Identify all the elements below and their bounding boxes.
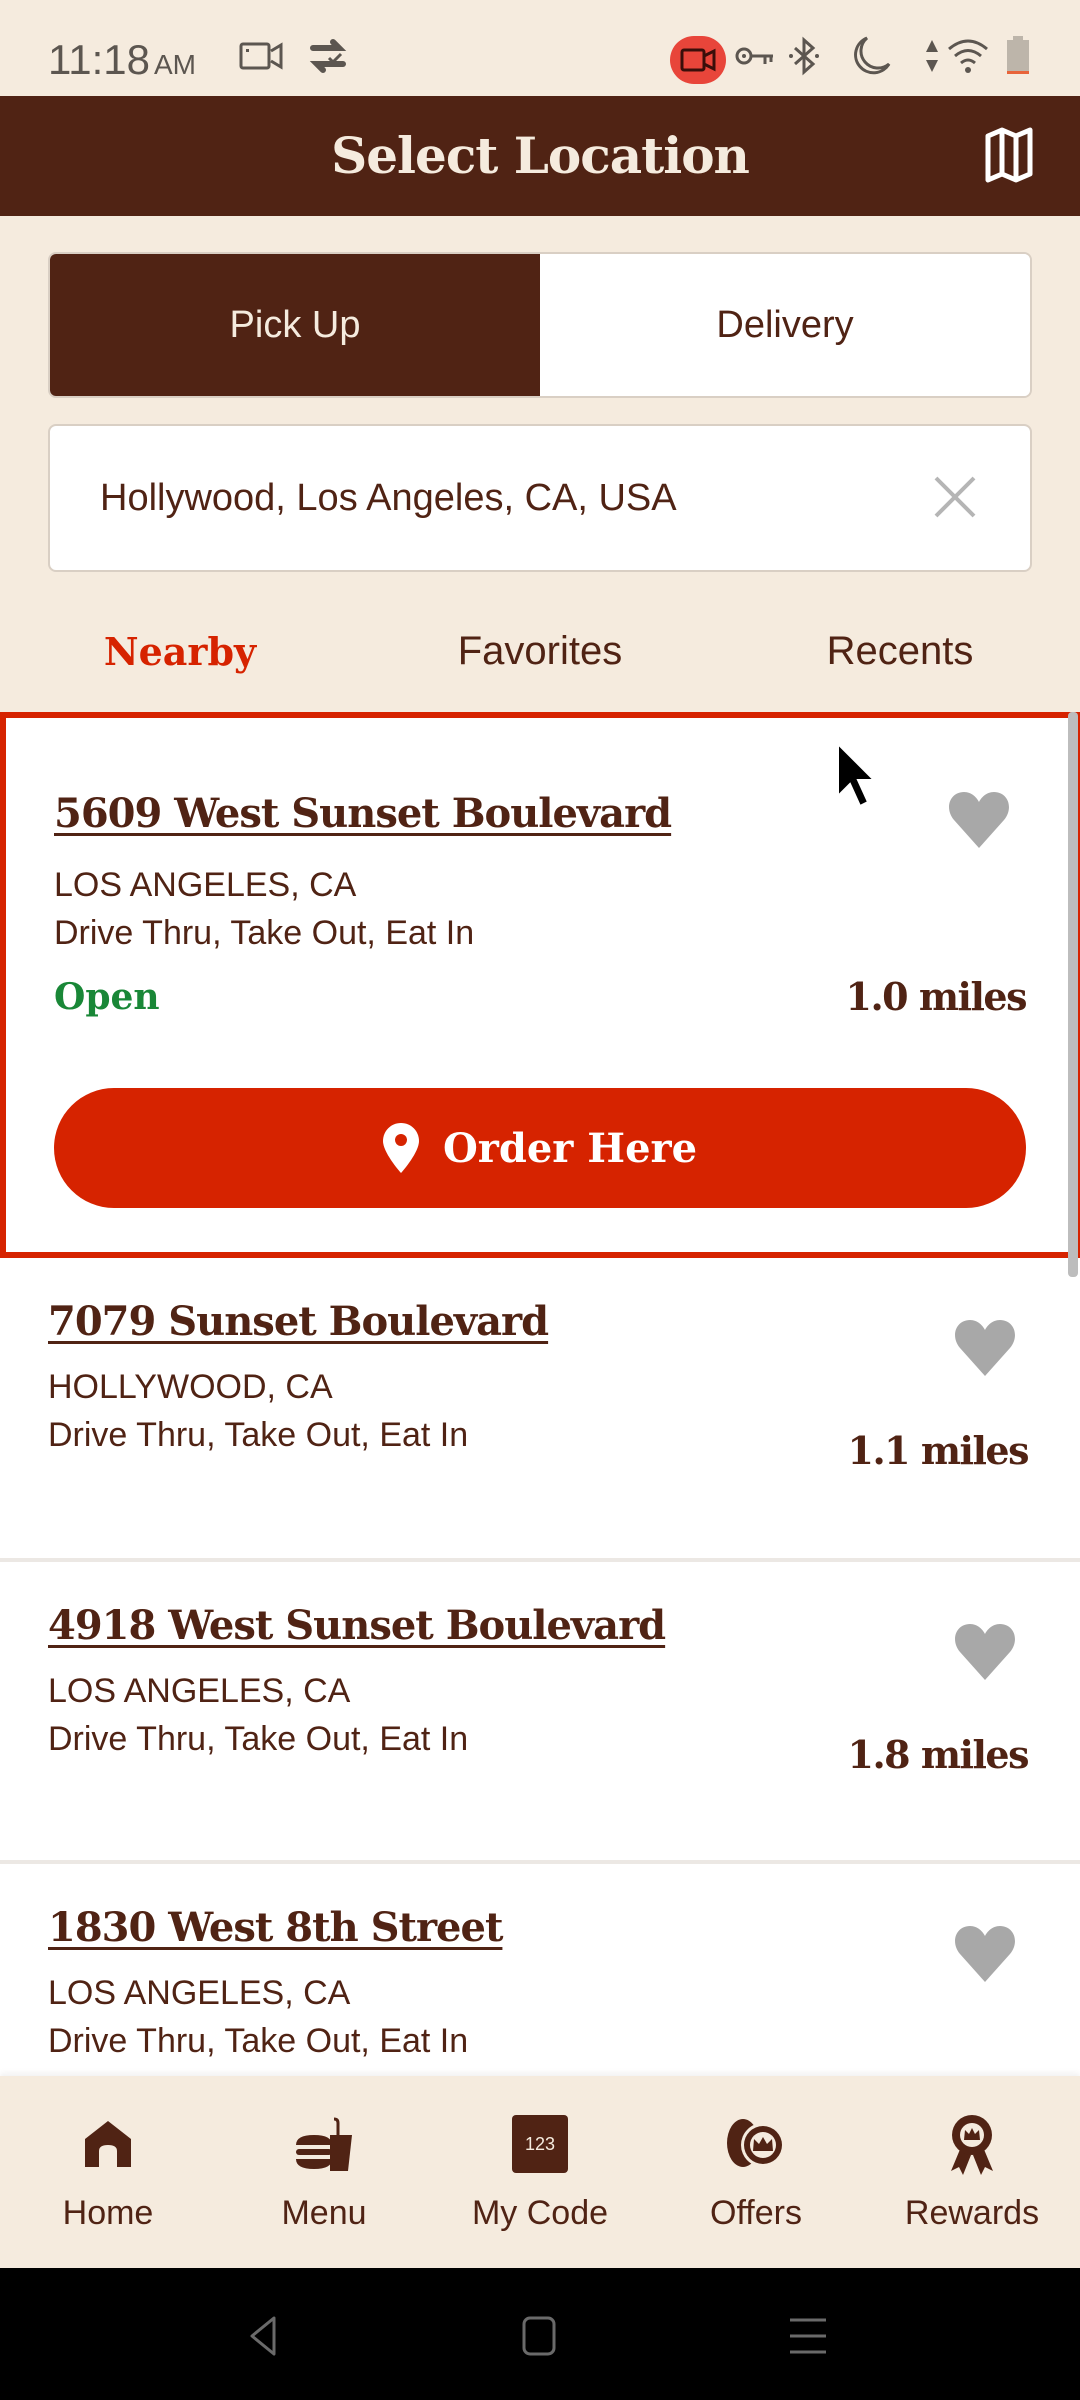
- mouse-cursor-icon: [834, 741, 880, 812]
- order-here-button[interactable]: Order Here: [54, 1088, 1026, 1208]
- location-distance: 1.1 miles: [847, 1428, 1030, 1473]
- tab-nearby[interactable]: Nearby: [0, 590, 360, 712]
- do-not-disturb-moon-icon: [848, 36, 894, 76]
- heart-icon: [955, 1926, 1015, 1982]
- location-services: Drive Thru, Take Out, Eat In: [48, 1416, 469, 1454]
- clock-time: 11:18: [48, 36, 150, 83]
- code-icon-text: 123: [512, 2115, 568, 2173]
- home-icon: [76, 2112, 140, 2176]
- favorite-button[interactable]: [952, 1622, 1018, 1682]
- location-services: Drive Thru, Take Out, Eat In: [48, 1720, 469, 1758]
- tab-recents[interactable]: Recents: [720, 590, 1080, 712]
- page-title: Select Location: [331, 126, 750, 185]
- heart-icon: [955, 1624, 1015, 1680]
- favorite-button[interactable]: [952, 1924, 1018, 1984]
- back-icon: [250, 2316, 276, 2356]
- nav-menu[interactable]: Menu: [216, 2076, 432, 2268]
- order-mode-toggle: Pick Up Delivery: [48, 252, 1032, 398]
- screen-record-icon: [238, 36, 284, 76]
- recents-button[interactable]: [788, 2314, 832, 2358]
- data-arrows-icon: [922, 36, 942, 76]
- location-card[interactable]: 4918 West Sunset Boulevard LOS ANGELES, …: [0, 1562, 1080, 1860]
- map-icon: [985, 127, 1033, 183]
- nav-label: My Code: [471, 2194, 609, 2232]
- nav-offers[interactable]: Offers: [648, 2076, 864, 2268]
- wifi-icon: [946, 36, 990, 76]
- bluetooth-icon: [786, 36, 822, 76]
- vpn-key-icon: [734, 36, 776, 76]
- close-icon: [934, 476, 976, 518]
- location-search-input[interactable]: Hollywood, Los Angeles, CA, USA: [48, 424, 1032, 572]
- system-navigation-bar: [0, 2268, 1080, 2400]
- location-services: Drive Thru, Take Out, Eat In: [54, 914, 475, 952]
- bottom-navigation: Home Menu 123 My Code Offers Rewards: [0, 2076, 1080, 2268]
- recording-indicator-icon: [670, 36, 726, 84]
- pick-up-tab[interactable]: Pick Up: [50, 254, 540, 396]
- order-here-label: Order Here: [442, 1124, 698, 1172]
- clock-ampm: AM: [154, 49, 196, 80]
- nav-label: Home: [62, 2194, 154, 2232]
- nav-label: Rewards: [904, 2194, 1040, 2232]
- location-distance: 1.8 miles: [847, 1732, 1030, 1777]
- sync-icon: [306, 36, 350, 76]
- nav-my-code[interactable]: 123 My Code: [432, 2076, 648, 2268]
- status-time: 11:18 AM: [48, 36, 196, 84]
- home-system-button[interactable]: [522, 2314, 566, 2358]
- location-distance: 1.0 miles: [845, 974, 1028, 1019]
- location-city: LOS ANGELES, CA: [54, 866, 357, 904]
- clear-search-button[interactable]: [930, 472, 980, 522]
- nav-home[interactable]: Home: [0, 2076, 216, 2268]
- location-card[interactable]: 7079 Sunset Boulevard HOLLYWOOD, CA Driv…: [0, 1258, 1080, 1560]
- rewards-ribbon-icon: [940, 2112, 1004, 2176]
- delivery-tab[interactable]: Delivery: [540, 254, 1030, 396]
- status-bar: 11:18 AM: [0, 0, 1080, 96]
- burger-drink-icon: [292, 2112, 356, 2176]
- location-city: LOS ANGELES, CA: [48, 1974, 351, 2012]
- location-address-link[interactable]: 5609 West Sunset Boulevard: [54, 790, 672, 837]
- location-card[interactable]: 5609 West Sunset Boulevard LOS ANGELES, …: [0, 712, 1080, 1258]
- location-list: 5609 West Sunset Boulevard LOS ANGELES, …: [0, 712, 1080, 2076]
- location-address-link[interactable]: 7079 Sunset Boulevard: [48, 1298, 549, 1345]
- heart-icon: [955, 1320, 1015, 1376]
- list-scrollbar[interactable]: [1068, 712, 1078, 1277]
- battery-low-icon: [1006, 36, 1030, 76]
- favorite-button[interactable]: [952, 1318, 1018, 1378]
- search-input-value[interactable]: Hollywood, Los Angeles, CA, USA: [100, 426, 677, 570]
- location-card[interactable]: 1830 West 8th Street LOS ANGELES, CA Dri…: [0, 1864, 1080, 2076]
- app-header: Select Location: [0, 96, 1080, 216]
- favorite-button[interactable]: [946, 790, 1012, 850]
- heart-icon: [949, 792, 1009, 848]
- location-tabs: Nearby Favorites Recents: [0, 590, 1080, 712]
- location-city: LOS ANGELES, CA: [48, 1672, 351, 1710]
- nav-rewards[interactable]: Rewards: [864, 2076, 1080, 2268]
- location-address-link[interactable]: 4918 West Sunset Boulevard: [48, 1602, 666, 1649]
- open-status: Open: [54, 976, 160, 1018]
- home-square-icon: [522, 2316, 556, 2356]
- offers-coins-crown-icon: [724, 2112, 788, 2176]
- nav-label: Menu: [281, 2194, 367, 2232]
- recents-lines-icon: [790, 2318, 826, 2354]
- location-services: Drive Thru, Take Out, Eat In: [48, 2022, 469, 2060]
- tab-favorites[interactable]: Favorites: [360, 590, 720, 712]
- nav-label: Offers: [710, 2194, 802, 2232]
- location-pin-icon: [382, 1123, 419, 1173]
- map-view-button[interactable]: [982, 126, 1042, 186]
- location-address-link[interactable]: 1830 West 8th Street: [48, 1904, 503, 1951]
- location-city: HOLLYWOOD, CA: [48, 1368, 333, 1406]
- back-button[interactable]: [246, 2314, 290, 2358]
- code-123-icon: 123: [508, 2112, 572, 2176]
